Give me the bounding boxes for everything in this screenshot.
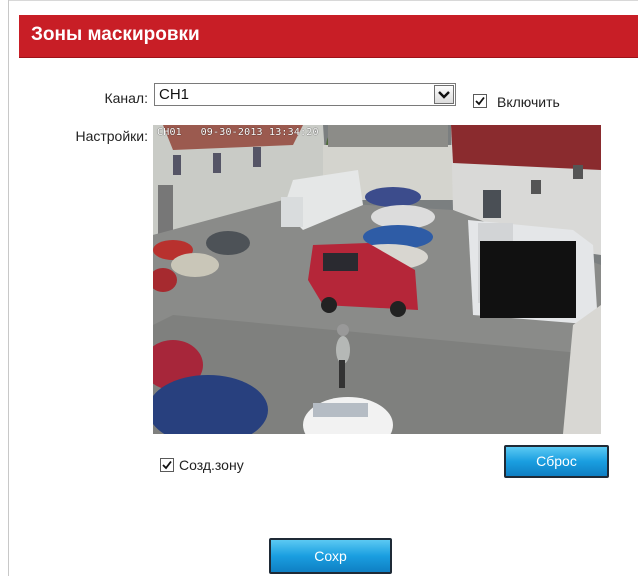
- chevron-down-icon[interactable]: [434, 85, 454, 104]
- checkmark-icon: [475, 96, 485, 106]
- settings-label: Настройки:: [75, 128, 148, 144]
- channel-select-value: CH1: [159, 86, 190, 103]
- checkmark-icon: [162, 460, 172, 470]
- frame-left-border: [8, 0, 9, 576]
- save-button[interactable]: Сохр: [269, 538, 392, 574]
- enable-checkbox[interactable]: [473, 94, 487, 108]
- mask-zone[interactable]: [480, 241, 576, 318]
- frame-top-border: [8, 0, 638, 1]
- enable-label: Включить: [497, 94, 560, 110]
- osd-channel: CH01: [157, 127, 182, 138]
- osd-overlay: CH01 09-30-2013 13:34:20: [157, 127, 319, 138]
- channel-label: Канал:: [104, 90, 148, 106]
- page-title: Зоны маскировки: [31, 24, 200, 45]
- osd-datetime: 09-30-2013 13:34:20: [200, 127, 319, 138]
- title-bar: Зоны маскировки: [19, 15, 638, 58]
- reset-button[interactable]: Сброс: [504, 445, 609, 478]
- video-preview[interactable]: CH01 09-30-2013 13:34:20: [153, 125, 601, 434]
- channel-select[interactable]: CH1: [154, 83, 456, 106]
- create-zone-checkbox[interactable]: [160, 458, 174, 472]
- create-zone-label: Созд.зону: [179, 457, 244, 473]
